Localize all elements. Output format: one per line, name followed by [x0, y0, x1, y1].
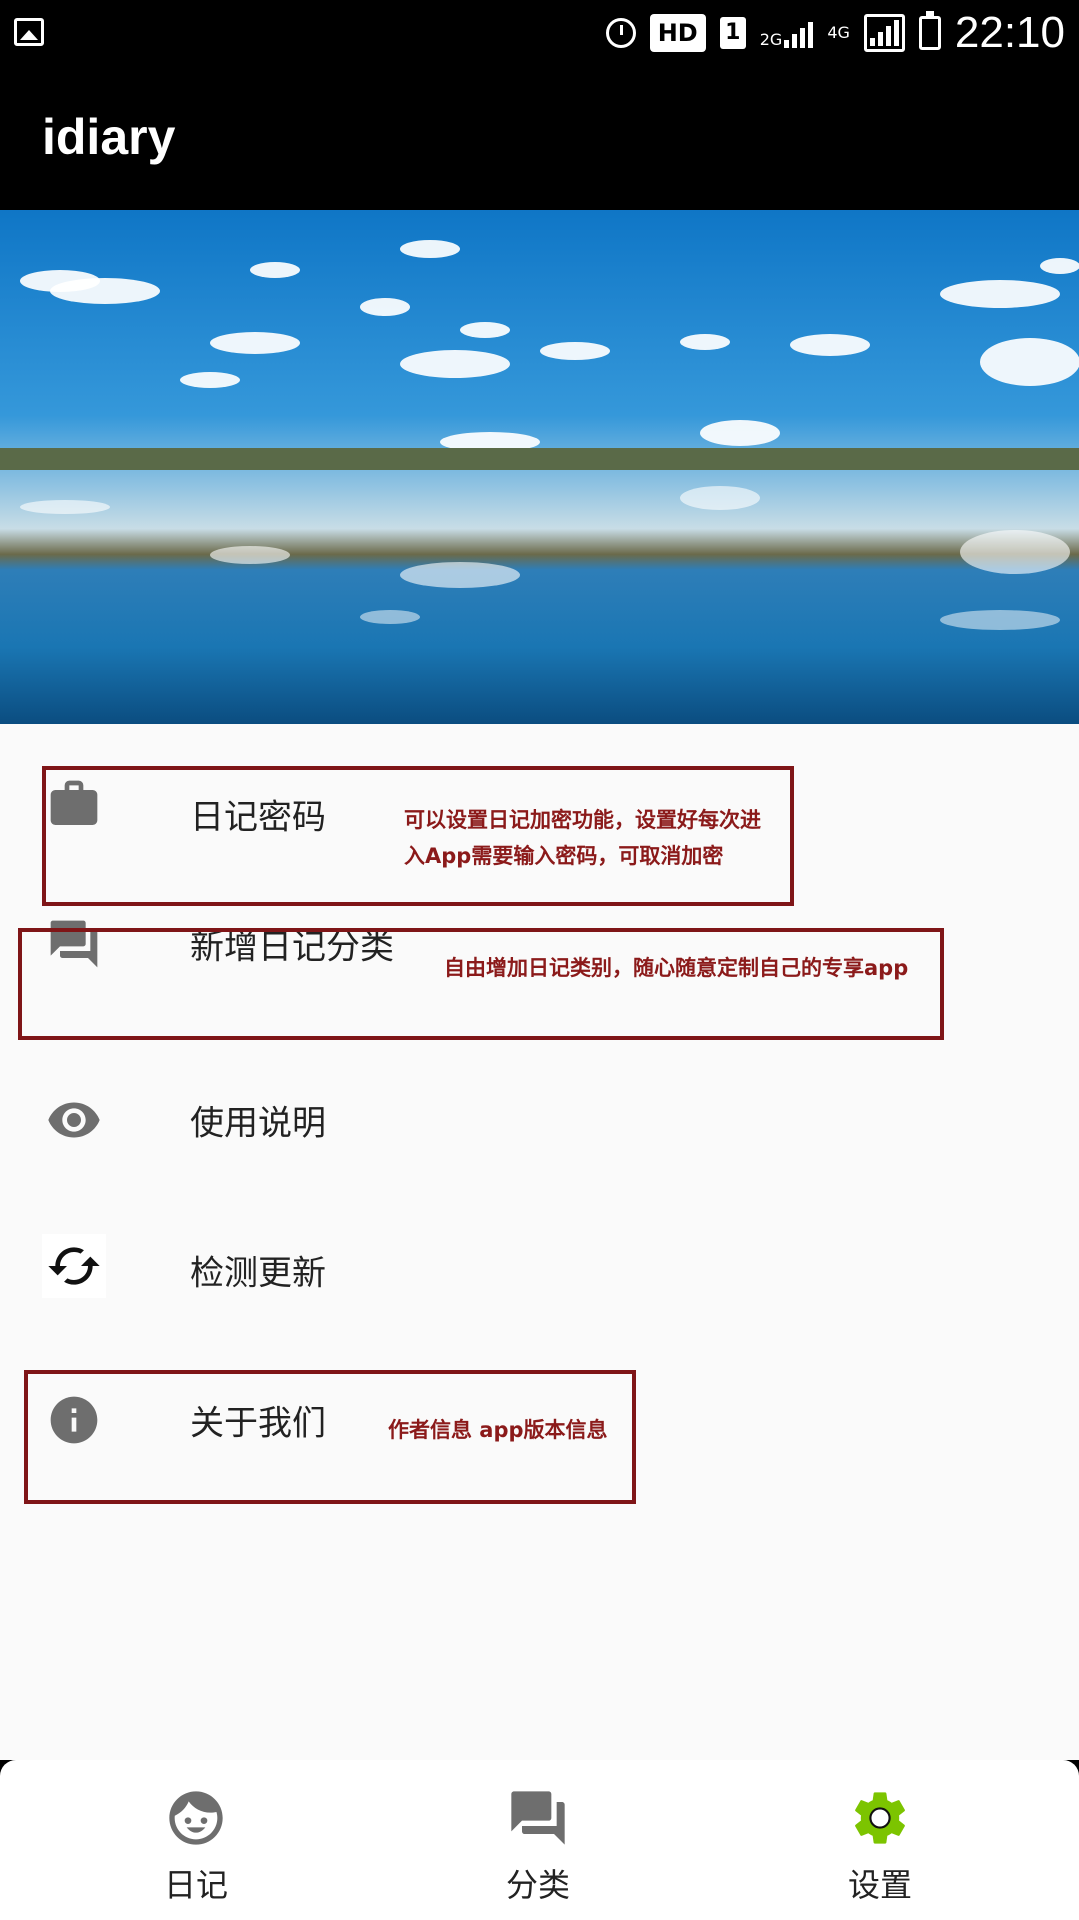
nav-tab-settings[interactable]: 设置: [780, 1760, 980, 1920]
annotation-password-line1: 可以设置日记加密功能，设置好每次进: [404, 808, 761, 832]
nav-tab-label: 分类: [505, 1866, 570, 1904]
eye-icon: [48, 1102, 100, 1138]
annotation-about: 作者信息 app版本信息: [388, 1418, 608, 1442]
gear-icon: [855, 1792, 905, 1844]
settings-list: 日记密码 可以设置日记加密功能，设置好每次进 入App需要输入密码，可取消加密 …: [0, 724, 1079, 1760]
hd-badge: HD: [649, 14, 706, 52]
battery-icon: [918, 11, 941, 50]
signal-2g-icon: 2G: [760, 18, 814, 48]
forum-icon: [511, 1791, 565, 1845]
status-bar: HD 1 2G 4G 22:10: [0, 0, 1079, 66]
menu-item-check-update[interactable]: 检测更新: [0, 1214, 1079, 1334]
status-time: 22:10: [954, 8, 1065, 57]
net-2g-label: 2G: [759, 30, 783, 49]
sim-icon: 1: [719, 17, 746, 49]
gallery-notification-icon: [14, 18, 44, 46]
bottom-navigation: 日记 分类 设置: [0, 1760, 1079, 1920]
status-icons: HD 1 2G 4G 22:10: [605, 8, 1065, 58]
face-icon: [169, 1791, 223, 1845]
net-4g-label: 4G: [827, 23, 850, 42]
menu-item-label: 使用说明: [190, 1103, 326, 1144]
nav-tab-diary[interactable]: 日记: [96, 1760, 296, 1920]
sync-icon: [48, 1247, 100, 1285]
nav-tab-label: 日记: [163, 1866, 228, 1904]
menu-item-label: 检测更新: [190, 1253, 326, 1294]
nav-tab-category[interactable]: 分类: [438, 1760, 638, 1920]
annotation-password-line2: 入App需要输入密码，可取消加密: [404, 844, 724, 868]
annotation-category: 自由增加日记类别，随心随意定制自己的专享app: [444, 956, 909, 980]
app-bar: idiary: [0, 66, 1079, 210]
nav-tab-label: 设置: [847, 1866, 912, 1904]
app-title: idiary: [42, 109, 176, 165]
menu-item-instructions[interactable]: 使用说明: [0, 1064, 1079, 1184]
header-landscape-image: [0, 210, 1079, 724]
alarm-icon: [605, 18, 636, 48]
signal-4g-icon: [863, 14, 905, 52]
